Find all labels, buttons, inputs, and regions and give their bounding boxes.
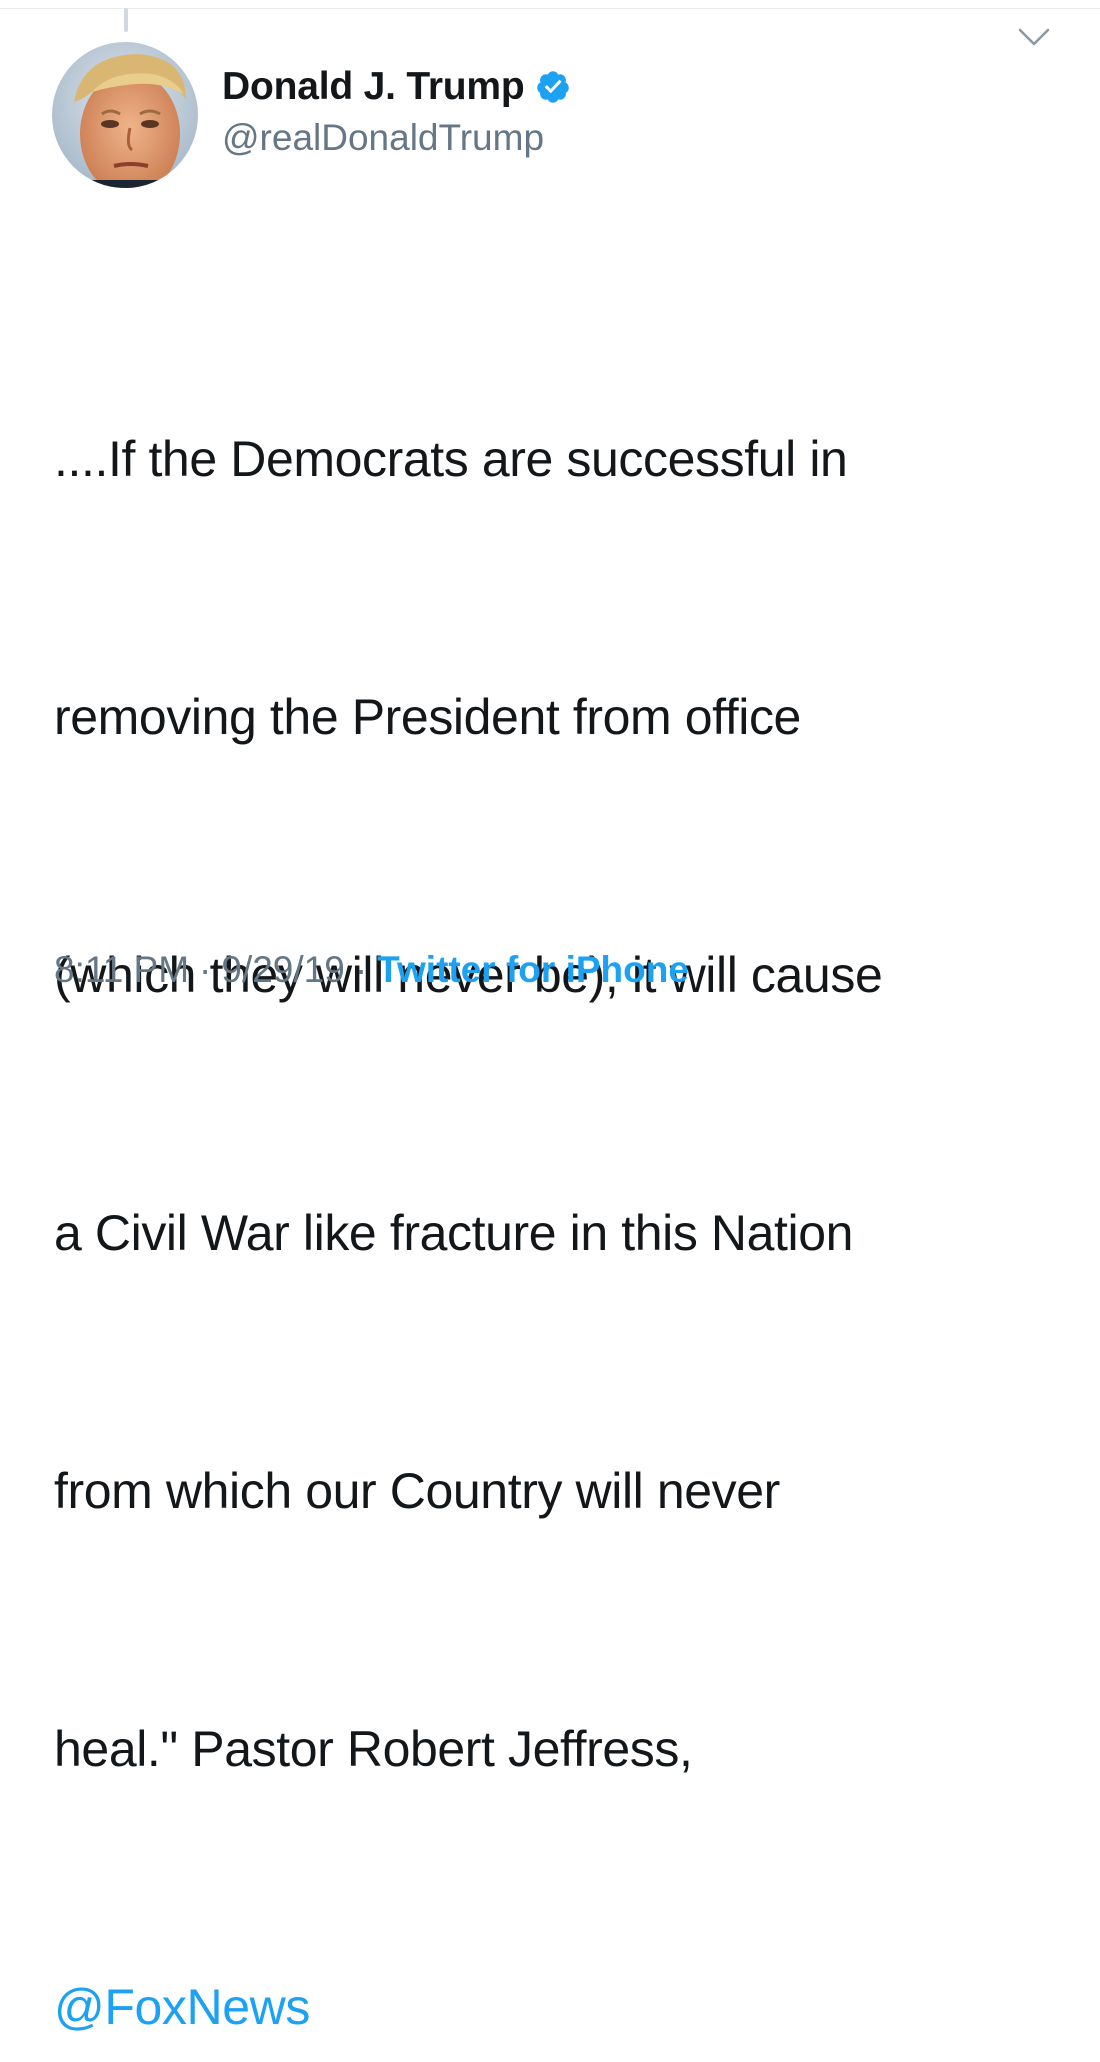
chevron-down-icon[interactable] <box>1016 26 1052 50</box>
tweet-date[interactable]: 9/29/19 <box>221 949 344 990</box>
avatar[interactable] <box>52 42 198 188</box>
tweet-source-link[interactable]: Twitter for iPhone <box>377 949 689 990</box>
separator-dot: · <box>354 949 368 990</box>
tweet-text-line: a Civil War like fracture in this Nation <box>54 1205 854 1261</box>
avatar-photo <box>52 42 198 188</box>
tweet-text-line: from which our Country will never <box>54 1463 780 1519</box>
author-handle[interactable]: @realDonaldTrump <box>222 114 571 162</box>
top-divider <box>0 8 1100 9</box>
tweet-metadata: 8:11 PM · 9/29/19 · Twitter for iPhone <box>54 940 689 1000</box>
tweet-text-line: heal." Pastor Robert Jeffress, <box>54 1721 693 1777</box>
tweet-text-line: ....If the Democrats are successful in <box>54 431 848 487</box>
mention-link[interactable]: @FoxNews <box>54 1979 310 2035</box>
separator-dot: · <box>199 949 212 990</box>
tweet-time[interactable]: 8:11 PM <box>54 949 189 990</box>
tweet-header: Donald J. Trump @realDonaldTrump <box>222 62 571 162</box>
thread-connector-line <box>124 8 128 32</box>
tweet-text: ....If the Democrats are successful in r… <box>54 244 1074 2062</box>
verified-badge-icon <box>535 69 571 105</box>
display-name-row: Donald J. Trump <box>222 62 571 112</box>
tweet-text-line: removing the President from office <box>54 689 801 745</box>
author-display-name[interactable]: Donald J. Trump <box>222 62 525 112</box>
